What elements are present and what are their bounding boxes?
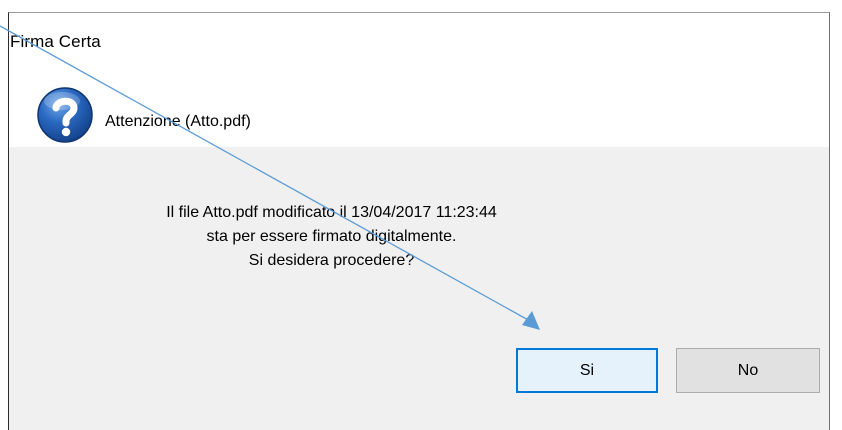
yes-button[interactable]: Si <box>516 348 658 393</box>
screenshot-stage: Firma Certa Attenzione (Atto.pdf) Il fil… <box>0 0 842 430</box>
title-bar[interactable]: Firma Certa <box>9 13 829 69</box>
dialog-header-text: Attenzione (Atto.pdf) <box>105 113 251 130</box>
dialog-header: Attenzione (Atto.pdf) <box>9 69 829 147</box>
message-text: Il file Atto.pdf modificato il 13/04/201… <box>9 201 654 273</box>
dialog-body: Il file Atto.pdf modificato il 13/04/201… <box>9 147 829 430</box>
no-button-label: No <box>737 361 759 379</box>
message-line-3: Si desidera procedere? <box>248 252 415 269</box>
window-title: Firma Certa <box>10 32 101 51</box>
question-icon <box>36 86 94 144</box>
yes-button-label: Si <box>579 361 595 379</box>
dialog-window: Firma Certa Attenzione (Atto.pdf) Il fil… <box>8 12 830 430</box>
message-line-1: Il file Atto.pdf modificato il 13/04/201… <box>166 204 497 221</box>
no-button[interactable]: No <box>676 348 820 393</box>
message-line-2: sta per essere firmato digitalmente. <box>206 228 457 245</box>
